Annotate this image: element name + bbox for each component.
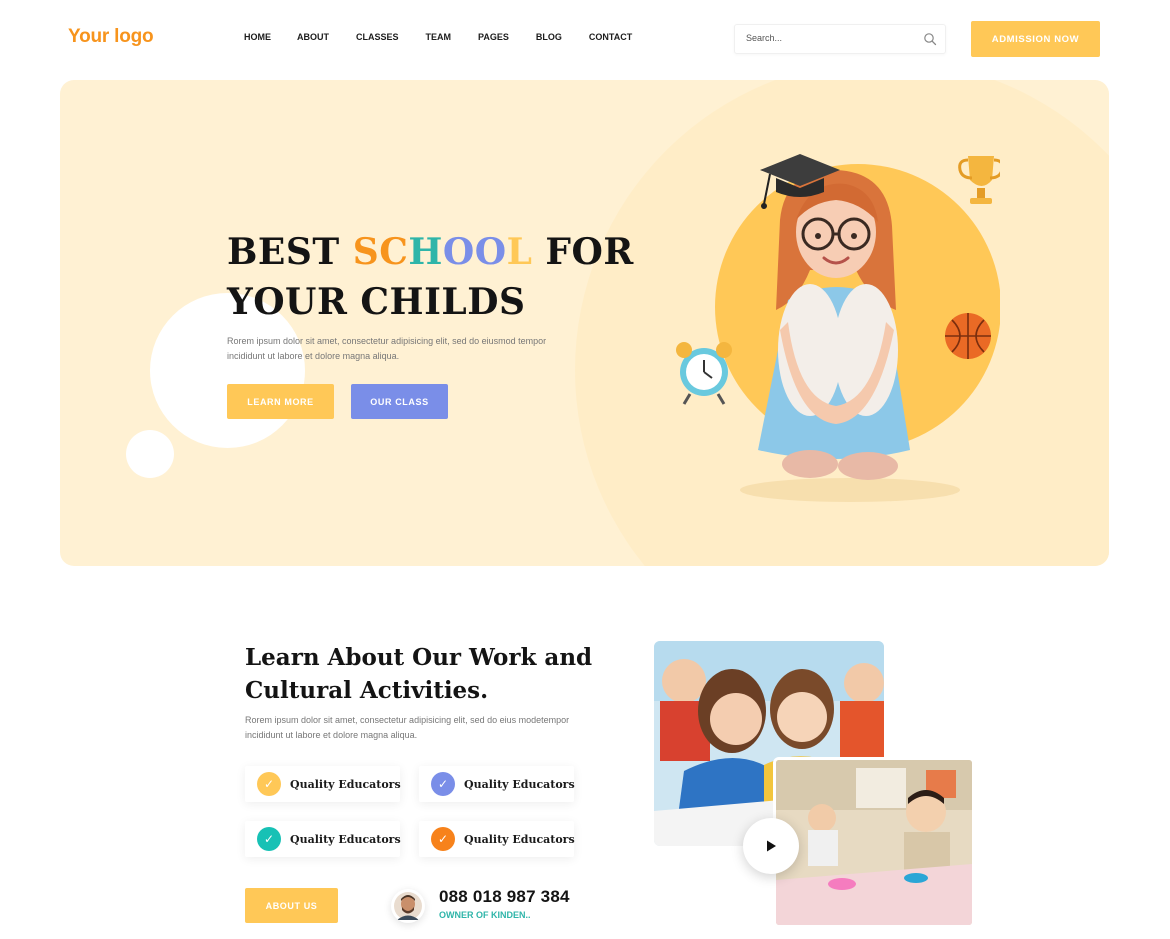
our-class-button[interactable]: OUR CLASS — [351, 384, 448, 419]
feature-label: Quality Educators — [290, 832, 401, 846]
hero-title-letter: H — [408, 231, 443, 273]
eye-left — [815, 233, 821, 239]
feature-card: ✓ Quality Educators — [245, 766, 401, 802]
hero-title-letter: S — [352, 231, 380, 273]
feature-card: ✓ Quality Educators — [245, 821, 401, 857]
nav-classes-label: CLASSES — [356, 32, 399, 42]
classroom-photo-image — [776, 760, 972, 925]
hero-decor-circle-small — [126, 430, 174, 478]
nav-about[interactable]: ABOUT — [297, 28, 329, 46]
trophy-icon — [958, 156, 1000, 204]
hero-title-letter: O — [442, 231, 475, 273]
owner-avatar-image — [394, 892, 422, 920]
hero-title-line2: YOUR CHILDS — [227, 281, 526, 323]
main-nav: HOME ABOUT CLASSES TEAM PAGES BLOG CONTA… — [234, 26, 632, 46]
check-icon: ✓ — [431, 827, 455, 851]
site-logo[interactable]: Your logo — [68, 26, 154, 48]
girl-shoe-left — [782, 450, 838, 478]
about-title-line2: Cultural Activities. — [245, 677, 489, 704]
admission-button[interactable]: ADMISSION NOW — [971, 21, 1100, 57]
about-description: Rorem ipsum dolor sit amet, consectetur … — [245, 715, 570, 740]
search-input[interactable] — [746, 33, 906, 43]
hero-title-letter: L — [506, 231, 533, 273]
check-icon: ✓ — [431, 772, 455, 796]
play-icon — [767, 840, 776, 852]
nav-blog[interactable]: BLOG — [536, 28, 562, 46]
nav-blog-label: BLOG — [535, 32, 562, 42]
check-icon: ✓ — [257, 772, 281, 796]
nav-team-label: TEAM — [425, 32, 452, 42]
check-icon: ✓ — [257, 827, 281, 851]
nav-about-label: ABOUT — [297, 32, 329, 42]
nav-contact[interactable]: CONTACT — [589, 28, 632, 46]
girl-shoe-right — [838, 452, 898, 480]
alarm-clock-icon — [676, 342, 732, 405]
owner-avatar — [391, 889, 425, 923]
nav-home[interactable]: HOME — [234, 26, 271, 46]
hero-floor-shadow — [740, 478, 960, 502]
feature-label: Quality Educators — [464, 832, 575, 846]
feature-label: Quality Educators — [464, 777, 575, 791]
basketball-icon — [945, 313, 991, 359]
nav-team[interactable]: TEAM — [426, 28, 452, 46]
hero-title: BEST SCHOOL FOR YOUR CHILDS — [227, 227, 634, 327]
hero-title-part2: FOR — [532, 231, 634, 273]
about-title-line1: Learn About Our Work and — [245, 644, 593, 671]
hero-illustration — [676, 154, 1000, 502]
learn-more-button[interactable]: LEARN MORE — [227, 384, 334, 419]
nav-pages[interactable]: PAGES — [478, 28, 509, 46]
about-us-button[interactable]: ABOUT US — [245, 888, 338, 923]
play-video-button[interactable] — [743, 818, 799, 874]
hero-description: Rorem ipsum dolor sit amet, consectetur … — [227, 336, 547, 361]
feature-card: ✓ Quality Educators — [419, 766, 575, 802]
eye-right — [851, 233, 857, 239]
hero-title-letter: O — [474, 231, 507, 273]
hero-section: BEST SCHOOL FOR YOUR CHILDS Rorem ipsum … — [60, 80, 1109, 566]
about-title: Learn About Our Work and Cultural Activi… — [245, 641, 605, 707]
site-header: Your logo HOME ABOUT CLASSES TEAM PAGES … — [0, 0, 1170, 78]
hero-title-letter: C — [379, 231, 409, 273]
feature-card: ✓ Quality Educators — [419, 821, 575, 857]
nav-classes[interactable]: CLASSES — [356, 28, 399, 46]
nav-pages-label: PAGES — [478, 32, 509, 42]
nav-contact-label: CONTACT — [588, 32, 633, 42]
feature-label: Quality Educators — [290, 777, 401, 791]
search-box — [734, 24, 946, 54]
search-icon[interactable] — [923, 32, 937, 46]
nav-home-label: HOME — [244, 32, 271, 42]
owner-role: OWNER OF KINDEN.. — [439, 910, 531, 920]
classroom-photo — [773, 757, 975, 928]
hero-title-part1: BEST — [227, 231, 353, 273]
owner-phone[interactable]: 088 018 987 384 — [439, 887, 570, 907]
